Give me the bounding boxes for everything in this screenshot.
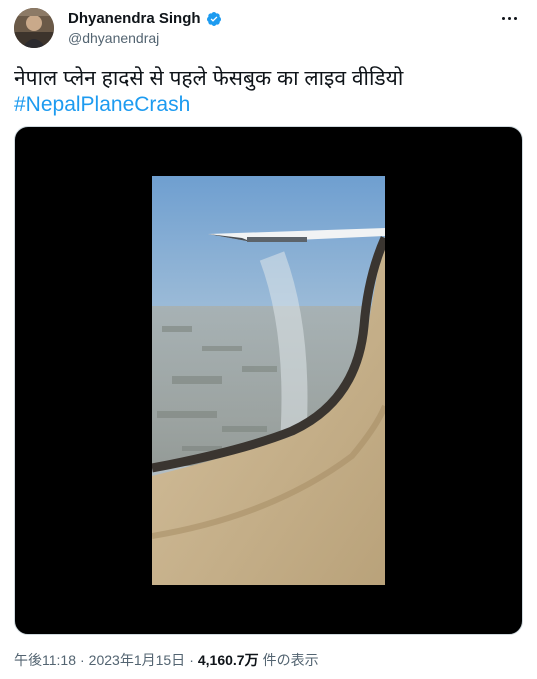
author-name[interactable]: Dhyanendra Singh [68, 10, 201, 28]
tweet-time[interactable]: 午後11:18 [14, 652, 76, 669]
separator: · [189, 652, 194, 668]
avatar[interactable] [14, 8, 54, 48]
tweet-text: नेपाल प्लेन हादसे से पहले फेसबुक का लाइव… [14, 66, 519, 118]
tweet: Dhyanendra Singh @dhyanendraj नेपाल प्ले… [0, 0, 537, 679]
video-player[interactable] [14, 126, 523, 635]
author-handle[interactable]: @dhyanendraj [68, 30, 159, 47]
more-options-icon[interactable] [497, 8, 521, 28]
separator: · [80, 652, 85, 668]
tweet-date[interactable]: 2023年1月15日 [89, 652, 186, 669]
video-thumbnail[interactable] [152, 176, 385, 585]
tweet-body: नेपाल प्लेन हादसे से पहले फेसबुक का लाइव… [14, 67, 404, 90]
author-name-row[interactable]: Dhyanendra Singh [68, 10, 222, 28]
view-count[interactable]: 4,160.7万 [198, 652, 259, 669]
tweet-meta: 午後11:18 · 2023年1月15日 · 4,160.7万 件の表示 [14, 652, 319, 669]
hashtag-link[interactable]: #NepalPlaneCrash [14, 92, 519, 118]
view-count-label: 件の表示 [262, 652, 319, 668]
verified-badge-icon [206, 11, 222, 27]
